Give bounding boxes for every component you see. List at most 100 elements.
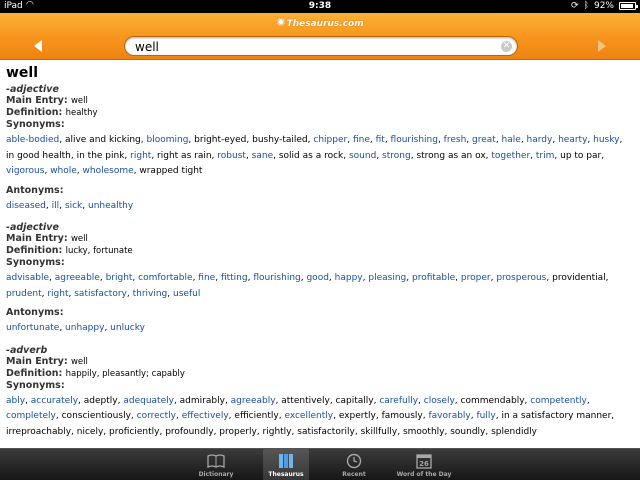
word-link[interactable]: robust: [217, 151, 246, 161]
word-link[interactable]: unhealthy: [88, 201, 133, 211]
word-link[interactable]: correctly: [137, 411, 176, 421]
word-link[interactable]: good: [306, 273, 328, 283]
word-link[interactable]: agreeable: [55, 273, 100, 283]
word-link[interactable]: adequately: [123, 396, 174, 406]
word-link[interactable]: right: [47, 289, 68, 299]
search-input[interactable]: [135, 39, 495, 54]
definition-label: Definition:: [6, 367, 63, 379]
word-link[interactable]: advisable: [6, 273, 49, 283]
clock-time: 9:38: [308, 1, 332, 11]
word-link[interactable]: carefully: [379, 396, 418, 406]
word-link[interactable]: ably: [6, 396, 25, 406]
word-link[interactable]: bright: [106, 273, 133, 283]
word-link[interactable]: agreeably: [231, 396, 276, 406]
word-link[interactable]: fit: [376, 135, 385, 145]
word-link[interactable]: flourishing: [253, 273, 300, 283]
main-entry-value: well: [70, 234, 88, 244]
word-link[interactable]: whole: [50, 166, 77, 176]
antonyms-label: Antonyms:: [6, 307, 64, 318]
word-link[interactable]: prosperous: [496, 273, 546, 283]
definition-value: happily, pleasantly; capably: [65, 368, 185, 379]
word-link[interactable]: pleasing: [368, 273, 406, 283]
word-link[interactable]: closely: [424, 396, 455, 406]
synonym-list: ably, accurately, adeptly, adequately, a…: [6, 395, 615, 437]
word-text: conscientiously: [61, 411, 131, 421]
word-link[interactable]: sick: [65, 201, 82, 211]
back-arrow-icon[interactable]: [34, 40, 42, 52]
word-text: splendidly: [491, 426, 538, 437]
main-entry-row: Main Entry: well: [6, 233, 634, 245]
word-link[interactable]: sound: [349, 151, 376, 161]
tab-thesaurus[interactable]: Thesaurus: [263, 449, 309, 480]
definition-row: Definition: happily, pleasantly; capably: [6, 368, 634, 380]
word-text: attentively: [281, 395, 330, 406]
clock-icon: [346, 453, 362, 469]
word-link[interactable]: accurately: [31, 396, 78, 406]
word-link[interactable]: chipper: [313, 135, 347, 145]
word-link[interactable]: blooming: [147, 135, 189, 145]
word-link[interactable]: strong: [382, 151, 411, 161]
tab-word-of-the-day[interactable]: 26 Word of the Day: [392, 449, 456, 480]
antonyms-label: Antonyms:: [6, 184, 64, 196]
word-link[interactable]: useful: [173, 289, 200, 299]
synonym-list: able-bodied, alive and kicking, blooming…: [6, 135, 623, 176]
book-icon: [207, 454, 225, 469]
word-text: commendably: [460, 395, 525, 406]
word-link[interactable]: together: [491, 151, 530, 161]
word-text: rightly: [262, 426, 292, 437]
word-link[interactable]: trim: [536, 151, 555, 161]
bluetooth-icon: ᛒ: [583, 1, 589, 11]
sense-list: -adjective Main Entry: well Definition: he…: [6, 84, 634, 445]
word-link[interactable]: competently: [530, 396, 587, 406]
main-entry-label: Main Entry:: [6, 233, 68, 244]
word-link[interactable]: husky: [593, 135, 619, 145]
word-link[interactable]: satisfactory: [74, 289, 127, 299]
word-link[interactable]: unlucky: [110, 323, 145, 333]
word-link[interactable]: wholesome: [83, 166, 134, 176]
word-link[interactable]: diseased: [6, 201, 46, 211]
word-text: providential: [552, 273, 606, 283]
word-link[interactable]: completely: [6, 411, 56, 421]
word-link[interactable]: great: [472, 135, 496, 145]
word-link[interactable]: vigorous: [6, 166, 44, 176]
battery-percent: 92%: [593, 1, 614, 11]
logo-text: Thesaurus.com: [286, 19, 364, 29]
word-link[interactable]: fresh: [444, 135, 467, 145]
word-link[interactable]: unhappy: [65, 323, 104, 333]
word-link[interactable]: fine: [198, 273, 215, 283]
word-link[interactable]: fitting: [221, 273, 248, 283]
word-link[interactable]: right: [130, 151, 151, 161]
word-link[interactable]: favorably: [428, 411, 470, 421]
word-link[interactable]: unfortunate: [6, 323, 59, 333]
word-link[interactable]: able-bodied: [6, 135, 59, 145]
word-link[interactable]: thriving: [133, 289, 168, 299]
word-link[interactable]: excellently: [284, 411, 333, 421]
word-text: properly: [219, 426, 257, 437]
word-text: nicely: [76, 426, 104, 437]
tab-recent[interactable]: Recent: [331, 449, 377, 480]
word-link[interactable]: hearty: [558, 135, 587, 145]
entry-content[interactable]: well -adjective Main Entry: well Definitio…: [0, 61, 640, 448]
clear-icon[interactable]: ✕: [501, 41, 512, 52]
word-link[interactable]: fine: [353, 135, 370, 145]
word-link[interactable]: comfortable: [138, 273, 192, 283]
word-link[interactable]: effectively: [182, 411, 229, 421]
word-link[interactable]: profitable: [412, 273, 455, 283]
app-logo: ✺Thesaurus.com: [0, 16, 640, 29]
word-link[interactable]: flourishing: [391, 135, 438, 145]
word-link[interactable]: proper: [461, 273, 491, 283]
word-link[interactable]: hardy: [527, 135, 553, 145]
word-link[interactable]: happy: [335, 273, 363, 283]
tab-dictionary[interactable]: Dictionary: [193, 449, 239, 480]
word-link[interactable]: hale: [502, 135, 521, 145]
word-text: proficiently: [109, 426, 160, 437]
word-link[interactable]: ill: [52, 201, 60, 211]
word-link[interactable]: sane: [252, 151, 273, 161]
word-link[interactable]: fully: [477, 411, 496, 421]
calendar-icon: 26: [416, 454, 432, 469]
search-field[interactable]: ✕: [124, 36, 518, 56]
forward-arrow-icon[interactable]: [598, 40, 606, 52]
main-entry-label: Main Entry:: [6, 355, 68, 367]
word-link[interactable]: prudent: [6, 289, 42, 299]
